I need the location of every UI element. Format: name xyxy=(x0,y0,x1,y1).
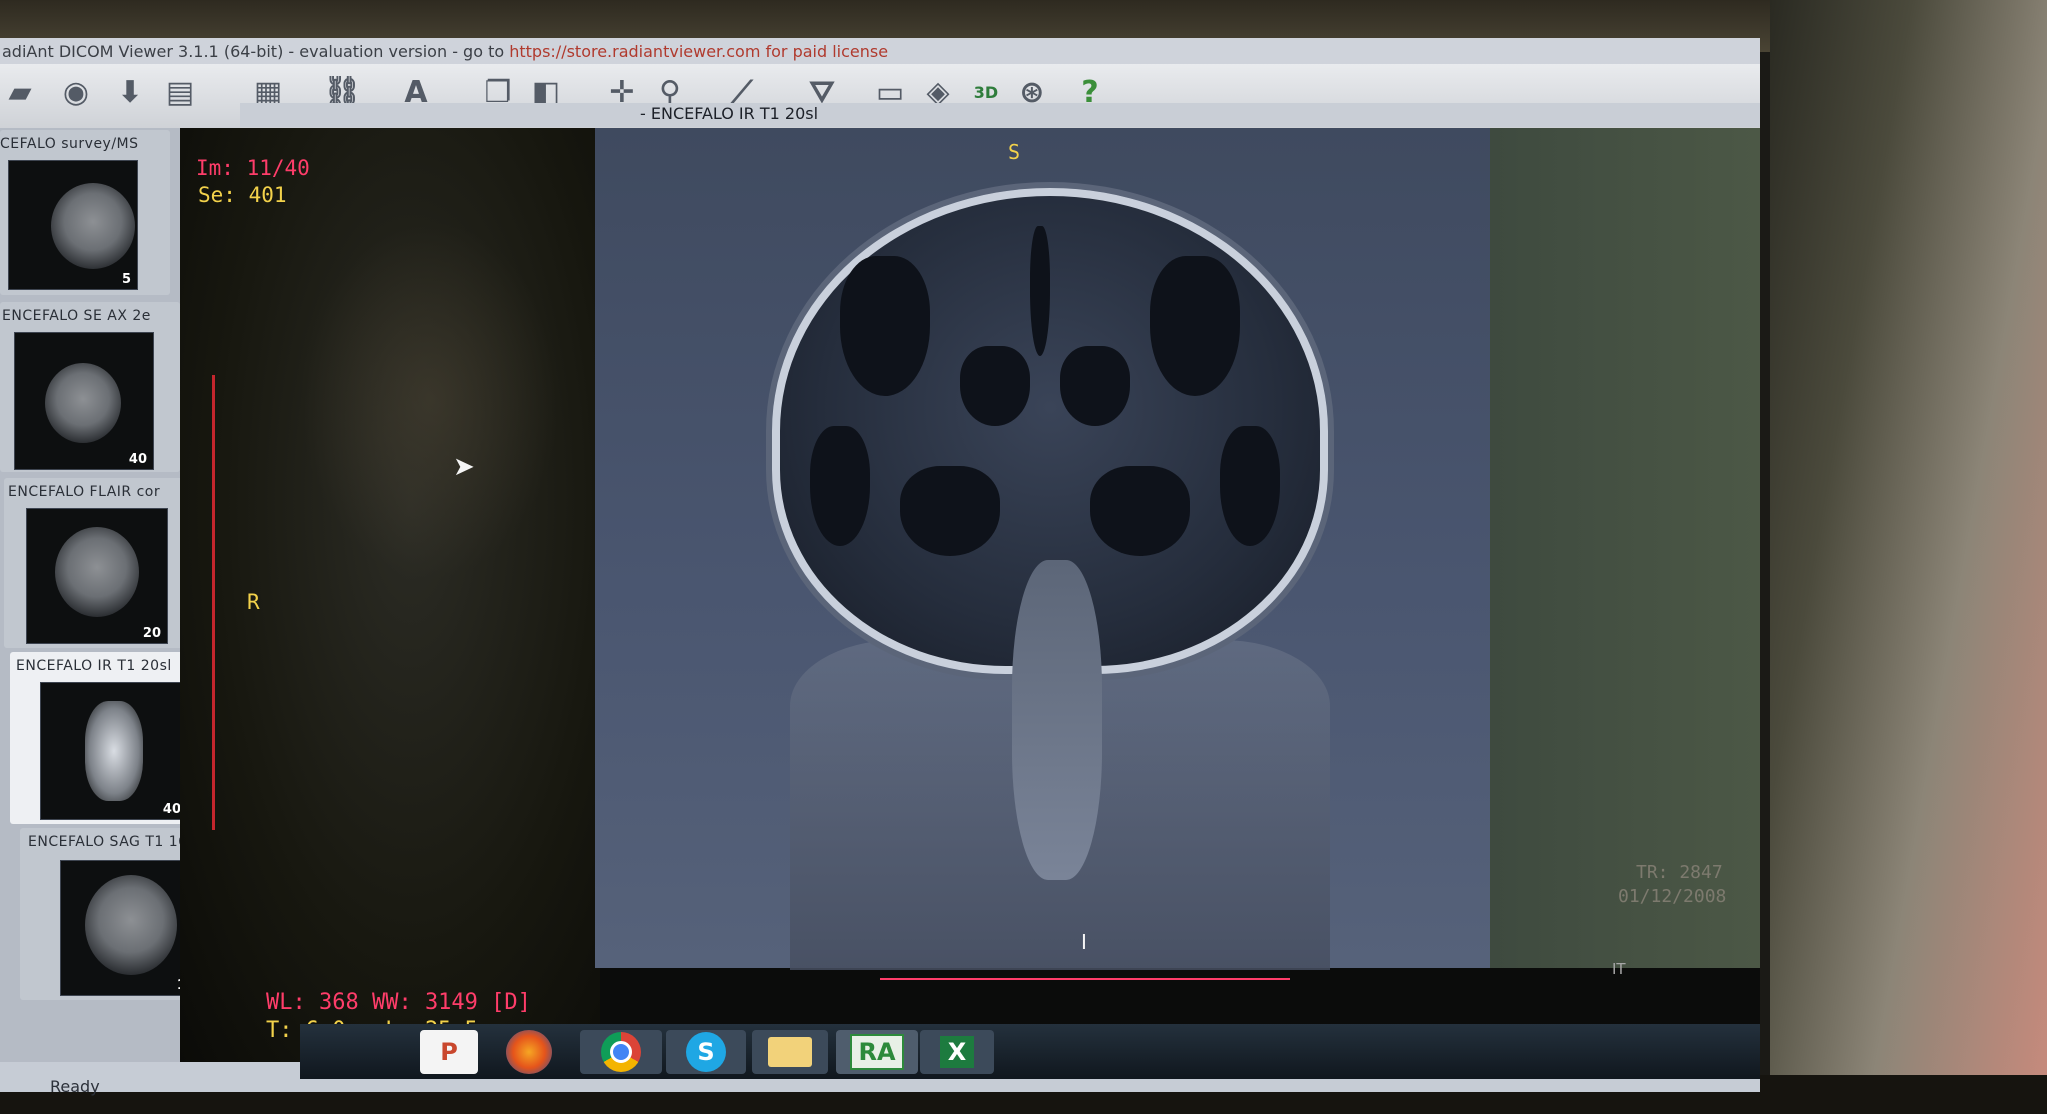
mouse-pointer-icon: ➤ xyxy=(453,452,475,482)
cd-icon[interactable]: ◉ xyxy=(56,72,96,112)
overlay-series-number: Se: 401 xyxy=(198,183,287,207)
window-title: adiAnt DICOM Viewer 3.1.1 (64-bit) - eva… xyxy=(2,42,888,61)
series-thumbnail-label: ENCEFALO SAG T1 16 xyxy=(28,834,188,850)
series-thumbnail-label: ENCEFALO IR T1 20sl xyxy=(16,658,172,674)
series-thumbnail[interactable]: CEFALO survey/MS 5 xyxy=(0,130,170,295)
folder-icon xyxy=(768,1037,812,1067)
radiant-taskbar-icon[interactable]: RA xyxy=(836,1030,918,1074)
excel-taskbar-icon[interactable]: X xyxy=(920,1030,994,1074)
series-thumbnail[interactable]: ENCEFALO FLAIR cor 20 xyxy=(4,478,190,648)
series-thumbnail-image: 5 xyxy=(8,160,138,290)
excel-icon-label: X xyxy=(939,1036,975,1068)
series-thumbnail[interactable]: ENCEFALO SE AX 2e 40 xyxy=(0,302,180,472)
series-thumbnail-label: CEFALO survey/MS xyxy=(0,136,139,152)
overlay-orientation-left: R xyxy=(247,590,260,614)
overlay-image-index: Im: 11/40 xyxy=(196,156,310,180)
skype-taskbar-icon[interactable]: S xyxy=(666,1030,746,1074)
overlay-tr: TR: 2847 xyxy=(1636,862,1723,883)
download-icon[interactable]: ⬇ xyxy=(110,72,150,112)
3d-icon-label: 3D xyxy=(973,82,999,102)
background-room xyxy=(1770,0,2047,1114)
overlay-orientation-top: S xyxy=(1008,140,1021,164)
chrome-taskbar-icon[interactable] xyxy=(580,1030,662,1074)
window-title-text: adiAnt DICOM Viewer 3.1.1 (64-bit) - eva… xyxy=(2,42,505,61)
vertical-scale-ruler xyxy=(212,375,215,830)
status-text: Ready xyxy=(50,1077,100,1096)
window-title-url: https://store.radiantviewer.com for paid… xyxy=(509,42,889,61)
powerpoint-icon-label: P xyxy=(440,1038,458,1066)
save-icon[interactable]: ▤ xyxy=(160,72,200,112)
radiant-icon-label: RA xyxy=(850,1034,904,1070)
overlay-window-level: WL: 368 WW: 3149 [D] xyxy=(266,990,531,1015)
screen-reflection xyxy=(300,220,560,580)
viewer-header xyxy=(240,103,1760,127)
chrome-icon xyxy=(601,1032,641,1072)
series-image-count: 40 xyxy=(128,452,147,467)
series-image-count: 40 xyxy=(162,802,181,817)
series-thumbnail-image: 40 xyxy=(40,682,188,820)
series-image-count: 5 xyxy=(121,272,131,287)
tray-language-indicator[interactable]: IT xyxy=(1612,960,1626,978)
series-thumbnail-label: ENCEFALO SE AX 2e xyxy=(2,308,151,324)
viewer-series-title: - ENCEFALO IR T1 20sl xyxy=(640,104,819,123)
series-image-count: 20 xyxy=(142,626,161,641)
powerpoint-taskbar-icon[interactable]: P xyxy=(420,1030,478,1074)
text-cursor-icon: I xyxy=(1081,930,1087,954)
series-thumbnail-selected[interactable]: ENCEFALO IR T1 20sl 40 xyxy=(10,652,204,824)
firefox-taskbar-icon[interactable] xyxy=(506,1030,552,1074)
viewport-right-region xyxy=(1490,128,1760,968)
series-thumbnail-image: 20 xyxy=(26,508,168,644)
series-thumbnail-image: 40 xyxy=(14,332,154,470)
series-thumbnail-label: ENCEFALO FLAIR cor xyxy=(8,484,161,500)
horizontal-scale-bar xyxy=(880,978,1290,980)
overlay-date: 01/12/2008 xyxy=(1618,886,1727,907)
skype-icon-label: S xyxy=(686,1032,726,1072)
mri-brainstem xyxy=(1012,560,1102,880)
open-folder-icon[interactable]: ▰ xyxy=(0,72,40,112)
explorer-taskbar-icon[interactable] xyxy=(752,1030,828,1074)
